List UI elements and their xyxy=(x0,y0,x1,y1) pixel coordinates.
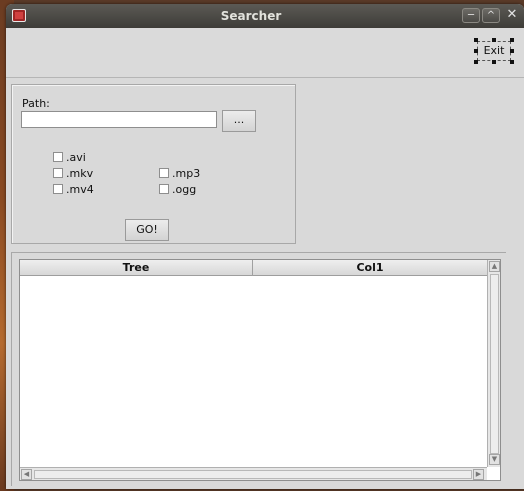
tree-header: Tree Col1 xyxy=(20,260,487,276)
selection-handle xyxy=(474,49,478,53)
checkbox-mkv[interactable]: .mkv xyxy=(53,167,93,180)
minimize-button[interactable]: ─ xyxy=(462,8,480,23)
checkbox-label: .avi xyxy=(66,151,86,164)
selection-handle xyxy=(492,38,496,42)
selection-handle xyxy=(510,60,514,64)
checkbox-mp3[interactable]: .mp3 xyxy=(159,167,200,180)
search-panel: Path: ... .avi .mkv .mv4 .mp3 .ogg GO! xyxy=(11,84,296,244)
checkbox-box[interactable] xyxy=(53,152,63,162)
horizontal-scrollbar[interactable]: ◀ ▶ xyxy=(20,467,487,480)
browse-button[interactable]: ... xyxy=(222,110,256,132)
selection-handle xyxy=(510,49,514,53)
arrow-up-icon[interactable]: ▲ xyxy=(489,261,500,272)
arrow-right-icon[interactable]: ▶ xyxy=(473,469,484,480)
arrow-left-icon[interactable]: ◀ xyxy=(21,469,32,480)
exit-button-selection: Exit xyxy=(474,38,514,64)
checkbox-label: .mv4 xyxy=(66,183,94,196)
horizontal-scroll-thumb[interactable] xyxy=(34,470,472,479)
exit-button[interactable]: Exit xyxy=(477,41,511,61)
checkbox-label: .mkv xyxy=(66,167,94,180)
checkbox-label: .ogg xyxy=(172,183,197,196)
selection-handle xyxy=(510,38,514,42)
checkbox-box[interactable] xyxy=(53,184,63,194)
vertical-scroll-thumb[interactable] xyxy=(490,274,499,454)
checkbox-box[interactable] xyxy=(159,184,169,194)
path-label: Path: xyxy=(22,97,50,110)
arrow-down-icon[interactable]: ▼ xyxy=(489,454,500,465)
checkbox-avi[interactable]: .avi xyxy=(53,151,86,164)
selection-handle xyxy=(474,60,478,64)
vertical-scrollbar[interactable]: ▲ ▼ xyxy=(487,260,500,467)
checkbox-ogg[interactable]: .ogg xyxy=(159,183,196,196)
checkbox-label: .mp3 xyxy=(172,167,201,180)
selection-handle xyxy=(492,60,496,64)
checkbox-box[interactable] xyxy=(159,168,169,178)
close-button[interactable]: ✕ xyxy=(503,8,521,23)
title-bar[interactable]: Searcher ─ ^ ✕ xyxy=(6,4,524,28)
toolbar: Exit xyxy=(6,28,524,78)
go-button[interactable]: GO! xyxy=(125,219,169,241)
checkbox-mv4[interactable]: .mv4 xyxy=(53,183,94,196)
column-header-col1[interactable]: Col1 xyxy=(253,260,487,276)
selection-handle xyxy=(474,38,478,42)
results-tree[interactable]: Tree Col1 ▲ ▼ ◀ ▶ xyxy=(19,259,501,481)
path-input[interactable] xyxy=(21,111,217,128)
window-title: Searcher xyxy=(220,9,282,23)
maximize-button[interactable]: ^ xyxy=(482,8,500,23)
column-header-tree[interactable]: Tree xyxy=(20,260,253,276)
searcher-window: Searcher ─ ^ ✕ Exit Path: ... .avi .mkv … xyxy=(6,4,524,489)
checkbox-box[interactable] xyxy=(53,168,63,178)
